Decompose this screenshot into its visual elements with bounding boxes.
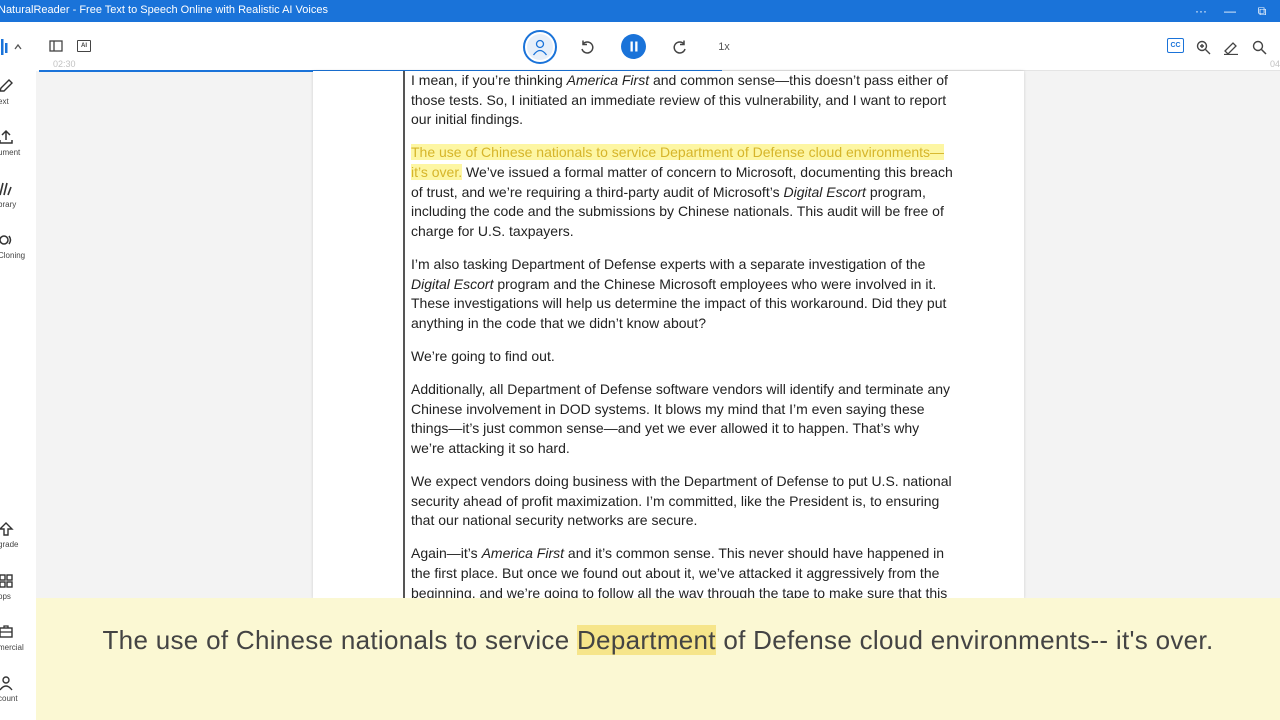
search-button[interactable] (1249, 37, 1269, 57)
sidebar-item-upgrade[interactable]: grade (0, 521, 36, 561)
sidebar-item-voice-cloning[interactable]: Cloning (0, 232, 36, 272)
upgrade-icon (0, 522, 14, 536)
user-avatar-icon (532, 39, 548, 56)
sidebar-item-library[interactable]: brary (0, 181, 36, 221)
restore-button[interactable]: ⧉ (1250, 2, 1274, 20)
commercial-icon (0, 625, 13, 638)
paragraph-1[interactable]: I mean, if you’re thinking America First… (411, 71, 956, 130)
library-icon (0, 182, 12, 196)
apps-grid-icon (0, 574, 13, 588)
sidebar-toggle-button[interactable] (48, 38, 64, 54)
subtitle-panel: The use of Chinese nationals to service … (36, 598, 1280, 720)
pause-button[interactable] (621, 34, 646, 59)
ai-icon: AI (77, 40, 91, 52)
paragraph-3[interactable]: I’m also tasking Department of Defense e… (411, 255, 956, 333)
edit-icon (0, 79, 13, 92)
paragraph-4[interactable]: We’re going to find out. (411, 347, 956, 367)
forward-icon (673, 40, 686, 54)
captions-button[interactable]: CC (1167, 38, 1184, 53)
account-icon (0, 676, 13, 691)
document-text[interactable]: I mean, if you’re thinking America First… (411, 71, 956, 617)
document-page: I mean, if you’re thinking America First… (313, 71, 1024, 601)
sidebar-toggle-icon (49, 40, 63, 52)
sidebar-item-commercial[interactable]: mercial (0, 624, 36, 664)
window-title-bar: NaturalReader - Free Text to Speech Onli… (0, 0, 1280, 22)
window-title: NaturalReader - Free Text to Speech Onli… (0, 4, 328, 16)
sidebar-item-document[interactable]: ument (0, 129, 36, 169)
paragraph-2[interactable]: The use of Chinese nationals to service … (411, 143, 956, 241)
elapsed-time: 02:30 (53, 59, 76, 69)
paragraph-5[interactable]: Additionally, all Department of Defense … (411, 380, 956, 458)
left-sidebar: ext ument brary Cloning grade pps mercia… (0, 22, 36, 720)
current-word-highlight: Department (576, 625, 716, 655)
voice-cloning-icon (0, 235, 12, 245)
document-margin-line (403, 71, 405, 599)
rewind-icon (581, 40, 594, 54)
voice-selector-button[interactable] (523, 30, 557, 64)
rewind-button[interactable] (576, 36, 598, 58)
more-options-button[interactable]: ··· (1189, 2, 1213, 20)
app-logo-icon[interactable] (0, 38, 26, 56)
upload-icon (0, 129, 13, 144)
subtitle-text: The use of Chinese nationals to service … (102, 625, 1214, 655)
forward-button[interactable] (669, 36, 691, 58)
total-time: 04 (1270, 59, 1280, 69)
playback-speed-button[interactable]: 1x (713, 37, 735, 57)
sidebar-item-text[interactable]: ext (0, 78, 36, 118)
zoom-button[interactable] (1193, 37, 1213, 57)
zoom-in-icon (1196, 40, 1210, 54)
pause-icon (630, 41, 637, 52)
search-icon (1252, 40, 1267, 55)
paragraph-7[interactable]: Again—it’s America First and it’s common… (411, 544, 956, 603)
sidebar-item-account[interactable]: count (0, 675, 36, 715)
player-toolbar: AI 1x CC 02:30 04 (36, 22, 1280, 72)
ai-button[interactable]: AI (76, 38, 92, 54)
paragraph-6[interactable]: We expect vendors doing business with th… (411, 472, 956, 531)
minimize-button[interactable]: — (1218, 2, 1242, 20)
highlight-button[interactable] (1221, 37, 1241, 57)
highlighter-icon (1224, 41, 1238, 55)
sidebar-item-apps[interactable]: pps (0, 573, 36, 613)
